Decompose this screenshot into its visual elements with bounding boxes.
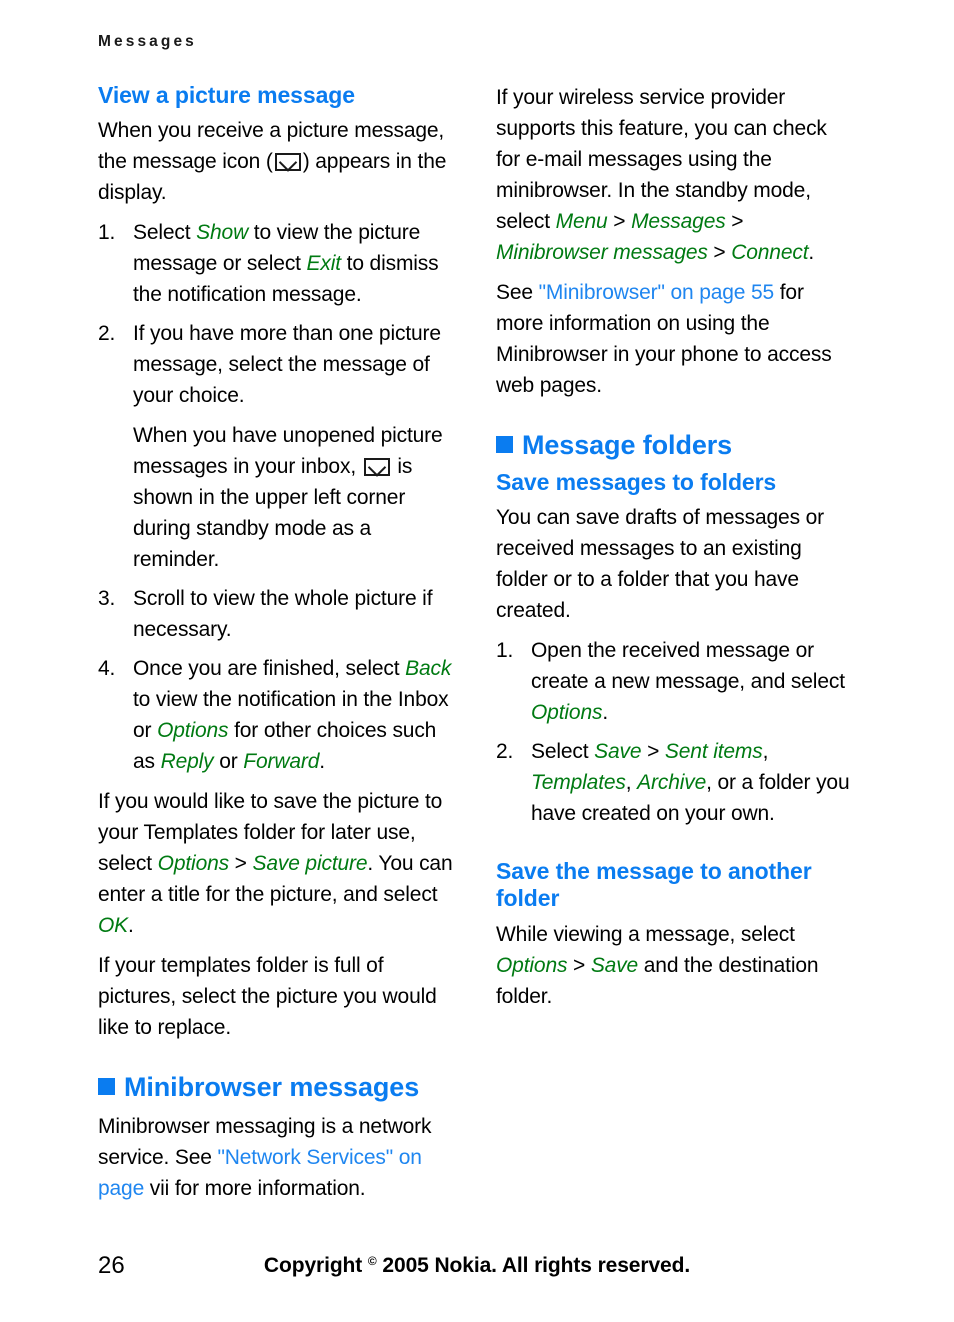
list-item: 3. Scroll to view the whole picture if ne…	[98, 583, 456, 645]
paragraph-intro: When you receive a picture message, the …	[98, 115, 456, 208]
right-column: If your wireless service provider suppor…	[496, 82, 854, 1021]
ui-term-back: Back	[405, 657, 452, 681]
ui-term-messages: Messages	[631, 210, 726, 233]
paragraph-wireless-provider: If your wireless service provider suppor…	[496, 82, 854, 268]
ui-term-sent-items: Sent items	[664, 740, 763, 764]
heading-minibrowser-messages: Minibrowser messages	[98, 1072, 456, 1102]
heading-save-message-another-folder: Save the message to another folder	[496, 858, 812, 912]
ui-term-minibrowser-messages: Minibrowser messages	[496, 241, 708, 264]
mb-seg2: vii for more information.	[144, 1177, 366, 1201]
list-item: 1. Open the received message or create a …	[496, 635, 854, 728]
af-seg1: While viewing a message, select	[496, 922, 795, 946]
ui-term-options: Options	[496, 953, 568, 977]
see-seg1: See	[496, 281, 539, 304]
paragraph-save-messages: You can save drafts of messages or recei…	[496, 506, 824, 623]
list-item-number: 3.	[98, 587, 116, 611]
step2-sub-paragraph: When you have unopened picture messages …	[133, 420, 456, 575]
ui-term-show: Show	[196, 221, 249, 245]
page-footer: 26 Copyright © 2005 Nokia. All rights re…	[0, 1252, 954, 1292]
ui-term-options: Options	[531, 701, 603, 725]
ui-term-options: Options	[157, 852, 229, 876]
step3-seg1: Scroll to view the whole picture if nece…	[133, 587, 433, 642]
copyright-notice: Copyright © 2005 Nokia. All rights reser…	[0, 1254, 954, 1278]
envelope-icon	[274, 153, 301, 172]
ui-term-reply: Reply	[160, 750, 214, 774]
running-header: Messages	[98, 33, 197, 50]
list-item: 2. If you have more than one picture mess…	[98, 318, 456, 575]
manual-page: Messages View a picture message When you…	[0, 0, 954, 1322]
paragraph-templates-full: If your templates folder is full of pict…	[98, 954, 437, 1040]
ui-term-exit: Exit	[306, 252, 342, 276]
list-item-number: 1.	[98, 221, 116, 245]
step4-seg5: .	[319, 750, 325, 774]
ui-term-save-picture: Save picture	[252, 852, 368, 876]
list-save-messages-steps: 1. Open the received message or create a …	[496, 635, 854, 829]
heading-save-messages-to-folders: Save messages to folders	[496, 469, 777, 496]
list-item-number: 2.	[496, 740, 514, 764]
ui-term-archive: Archive	[637, 771, 707, 795]
wireless-seg2: >	[607, 210, 632, 233]
ui-term-forward: Forward	[243, 750, 320, 774]
step4-seg1: Once you are finished, select	[133, 657, 406, 681]
paragraph-minibrowser-intro: Minibrowser messaging is a network servi…	[98, 1111, 456, 1204]
ui-term-save: Save	[590, 953, 639, 977]
paragraph-save-picture: If you would like to save the picture to…	[98, 786, 456, 941]
step4-seg4: or	[213, 750, 244, 774]
heading-minibrowser-messages-label: Minibrowser messages	[124, 1072, 420, 1103]
step1-seg1: Select	[133, 221, 197, 245]
list-item: 2. Select Save > Sent items, Templates, A…	[496, 736, 854, 829]
ui-term-connect: Connect	[731, 241, 809, 264]
copyright-pre: Copyright	[263, 1254, 368, 1277]
rstep1-seg1: Open the received message or create a ne…	[531, 639, 845, 694]
wireless-seg5: .	[808, 241, 815, 264]
copyright-post: 2005 Nokia. All rights reserved.	[376, 1254, 691, 1277]
envelope-icon	[363, 458, 390, 477]
ui-term-options: Options	[157, 719, 229, 743]
two-column-body: View a picture message When you receive …	[0, 82, 954, 1222]
ui-term-ok: OK	[98, 914, 129, 938]
heading-view-a-picture-message: View a picture message	[98, 82, 355, 108]
wireless-seg4: >	[707, 241, 732, 264]
ui-term-menu: Menu	[555, 210, 608, 233]
rstep2-seg1: Select	[531, 740, 595, 764]
rstep2-seg3: ,	[762, 740, 769, 764]
savepic-seg2: >	[228, 852, 253, 876]
left-column: View a picture message When you receive …	[98, 82, 456, 1213]
wireless-seg3: >	[725, 210, 744, 233]
copyright-symbol: ©	[367, 1254, 377, 1268]
rstep2-seg2: >	[641, 740, 665, 764]
af-seg2: >	[567, 953, 591, 977]
list-item: 1. Select Show to view the picture messag…	[98, 217, 456, 310]
rstep1-seg2: .	[602, 701, 609, 725]
heading-message-folders: Message folders	[496, 430, 854, 460]
step2-seg1: If you have more than one picture messag…	[133, 322, 441, 408]
paragraph-another-folder: While viewing a message, select Options …	[496, 919, 854, 1012]
list-item-number: 4.	[98, 657, 116, 681]
ui-term-templates: Templates	[531, 771, 626, 795]
paragraph-see-minibrowser: See "Minibrowser" on page 55 for more in…	[496, 277, 854, 401]
square-bullet-icon	[98, 1078, 115, 1096]
list-item: 4. Once you are finished, select Back to …	[98, 653, 456, 777]
savepic-seg4: .	[128, 914, 134, 938]
heading-message-folders-label: Message folders	[522, 430, 733, 460]
list-view-picture-steps: 1. Select Show to view the picture messag…	[98, 217, 456, 777]
ui-term-save: Save	[594, 740, 642, 764]
list-item-number: 1.	[496, 639, 514, 663]
list-item-number: 2.	[98, 322, 116, 346]
rstep2-seg4: ,	[625, 771, 638, 795]
square-bullet-icon	[496, 436, 513, 453]
link-minibrowser-page-55[interactable]: "Minibrowser" on page 55	[539, 281, 775, 304]
